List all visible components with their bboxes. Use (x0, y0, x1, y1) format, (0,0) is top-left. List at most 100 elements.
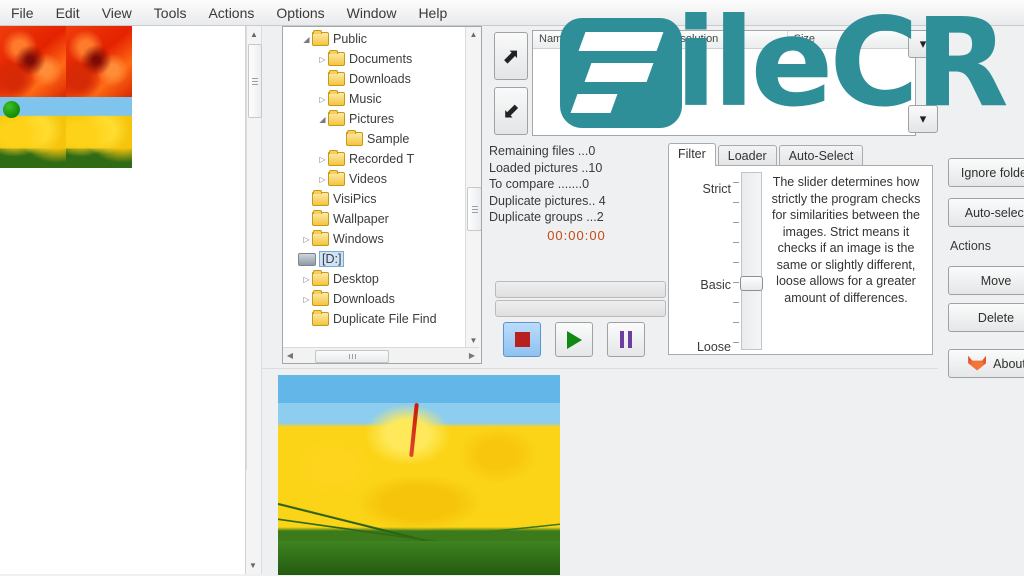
tree-scroll-down-icon[interactable]: ▼ (466, 333, 481, 347)
column-header-resolution[interactable]: Resolution (660, 31, 788, 48)
folder-icon (312, 290, 329, 306)
tree-scroll-right-icon[interactable]: ▶ (465, 351, 479, 360)
folder-icon (346, 130, 363, 146)
tree-scroll-left-icon[interactable]: ◀ (283, 351, 297, 360)
tree-item[interactable]: ▷ Documents (283, 49, 461, 69)
expander-icon[interactable]: ▷ (317, 175, 328, 184)
thumbnail-red-dahlia-1[interactable] (0, 26, 66, 97)
tree-item[interactable]: ▷ Windows (283, 229, 461, 249)
tree-item[interactable]: ▷ Desktop (283, 269, 461, 289)
duplicate-file-list[interactable]: Name Resolution Size (532, 30, 916, 136)
tree-item[interactable]: ▷ Videos (283, 169, 461, 189)
column-header-name[interactable]: Name (533, 31, 661, 48)
menu-help[interactable]: Help (407, 3, 458, 23)
tree-item[interactable]: ◢ Public (283, 29, 461, 49)
duplicate-thumbnails-panel[interactable] (0, 26, 246, 574)
menu-tools[interactable]: Tools (143, 3, 198, 23)
expander-icon[interactable]: ◢ (317, 115, 328, 124)
slider-label-basic: Basic (700, 278, 731, 292)
right-action-panel: ...ool ...move Unselect Ignore folder Au… (940, 26, 1024, 574)
expander-icon[interactable]: ▷ (301, 235, 312, 244)
tree-item-label: Documents (349, 52, 413, 66)
list-scroll-down-button-top[interactable]: ▾ (908, 30, 938, 58)
play-button[interactable] (555, 322, 593, 357)
strictness-slider-track[interactable] (741, 172, 762, 350)
ignore-folder-button[interactable]: Ignore folder (948, 158, 1024, 187)
tree-item[interactable]: ▷ Recorded T (283, 149, 461, 169)
tree-horizontal-scrollbar[interactable]: ◀ ▶ (283, 347, 479, 363)
thumbnail-yellow-tulips-1[interactable] (0, 97, 66, 168)
tree-item[interactable]: Duplicate File Find (283, 309, 461, 329)
tree-item-label: Public (333, 32, 368, 46)
slider-tick (733, 282, 739, 283)
actions-group-label: Actions (950, 239, 991, 253)
auto-select-button[interactable]: Auto-select (948, 198, 1024, 227)
tree-scrollbar-thumb[interactable] (467, 187, 481, 231)
tree-item[interactable]: ▷ Music (283, 89, 461, 109)
menu-edit[interactable]: Edit (45, 3, 91, 23)
tree-item-label: Duplicate File Find (333, 312, 437, 326)
scrollbar-thumb[interactable] (248, 44, 262, 118)
tree-scroll-up-icon[interactable]: ▲ (466, 27, 481, 41)
move-up-arrow-button[interactable]: ⬈ (494, 32, 528, 80)
tree-item[interactable]: [D:] (283, 249, 461, 269)
strictness-slider-knob[interactable] (740, 276, 763, 291)
tree-item[interactable]: Wallpaper (283, 209, 461, 229)
about-button[interactable]: About (948, 349, 1024, 378)
delete-button[interactable]: Delete (948, 303, 1024, 332)
column-header-size[interactable]: Size (788, 31, 915, 48)
folder-tree: ◢ Public ▷ Documents Downloads ▷ Music ◢ Picture… (283, 27, 461, 329)
tree-item[interactable]: ▷ Downloads (283, 289, 461, 309)
tree-item-label: Sample (367, 132, 410, 146)
expander-icon[interactable]: ▷ (317, 155, 328, 164)
folder-icon (328, 150, 345, 166)
scroll-up-icon[interactable]: ▲ (247, 26, 261, 42)
visipics-window: File Edit View Tools Actions Options Win… (0, 0, 1024, 576)
tree-item-label: Music (349, 92, 382, 106)
tulip-red-stripe (409, 402, 419, 458)
tree-hscroll-thumb[interactable] (315, 350, 389, 363)
expander-icon[interactable]: ▷ (317, 95, 328, 104)
preview-image-yellow-tulips[interactable] (278, 375, 560, 575)
expander-icon[interactable]: ▷ (301, 275, 312, 284)
pause-button[interactable] (607, 322, 645, 357)
filter-tab-content: Strict Basic Loose The slider determines… (668, 165, 933, 355)
menu-file[interactable]: File (0, 3, 45, 23)
filter-description: The slider determines how strictly the p… (771, 175, 921, 305)
tree-hscroll-track[interactable] (297, 349, 465, 363)
menu-actions[interactable]: Actions (197, 3, 265, 23)
menu-view[interactable]: View (91, 3, 143, 23)
tab-auto-select[interactable]: Auto-Select (778, 145, 864, 166)
move-button[interactable]: Move (948, 266, 1024, 295)
menu-window[interactable]: Window (336, 3, 408, 23)
tree-item[interactable]: VisiPics (283, 189, 461, 209)
scroll-down-icon[interactable]: ▼ (246, 558, 260, 572)
statistics-panel: Remaining files ...0 Loaded pictures ..1… (489, 143, 664, 265)
expander-icon[interactable]: ◢ (301, 35, 312, 44)
move-down-arrow-button[interactable]: ⬋ (494, 87, 528, 135)
tree-item[interactable]: Downloads (283, 69, 461, 89)
pause-icon (620, 331, 632, 348)
tree-item[interactable]: Sample (283, 129, 461, 149)
preview-panel (262, 368, 938, 575)
tree-item-label: Wallpaper (333, 212, 389, 226)
tree-vertical-scrollbar[interactable]: ▲ ▼ (465, 27, 481, 363)
list-scroll-down-button-bottom[interactable]: ▾ (908, 105, 938, 133)
expander-icon[interactable]: ▷ (301, 295, 312, 304)
preview-scrollbar[interactable]: ▼ (246, 470, 260, 574)
stop-button[interactable] (503, 322, 541, 357)
stat-duplicate-groups: Duplicate groups ...2 (489, 210, 604, 224)
expander-icon[interactable]: ▷ (317, 55, 328, 64)
slider-tick (733, 222, 739, 223)
slider-tick (733, 342, 739, 343)
tree-item[interactable]: ◢ Pictures (283, 109, 461, 129)
stat-remaining-files: Remaining files ...0 (489, 144, 596, 158)
transport-controls (503, 322, 645, 357)
menu-options[interactable]: Options (265, 3, 335, 23)
tab-filter[interactable]: Filter (668, 143, 716, 166)
tab-loader[interactable]: Loader (717, 145, 777, 166)
tree-item-label: Windows (333, 232, 384, 246)
thumbnail-red-dahlia-2[interactable] (66, 26, 132, 97)
thumbnail-yellow-tulips-2[interactable] (66, 97, 132, 168)
folder-tree-panel[interactable]: ◢ Public ▷ Documents Downloads ▷ Music ◢ Picture… (282, 26, 482, 364)
